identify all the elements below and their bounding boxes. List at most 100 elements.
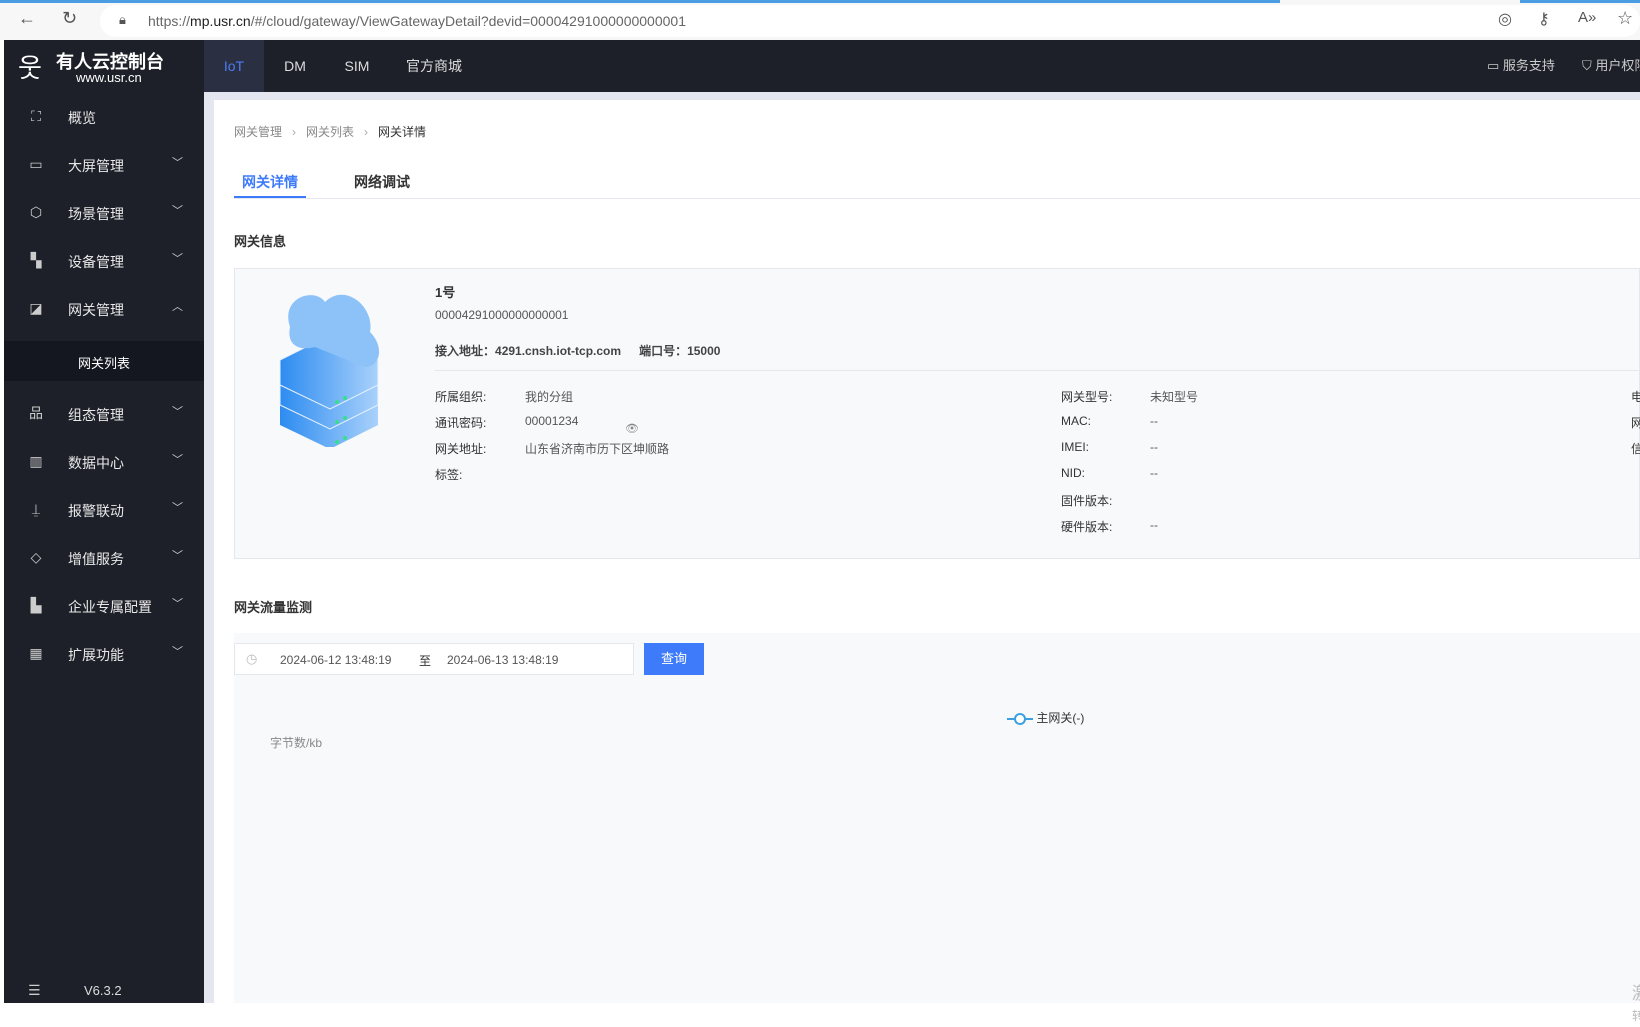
field-label: MAC: xyxy=(1061,414,1091,428)
field-label: 标签: xyxy=(435,468,463,482)
loading-bar xyxy=(0,0,1280,3)
tab-dm[interactable]: DM xyxy=(264,40,326,92)
section-title: 网关信息 xyxy=(234,234,287,249)
field-value: 00001234 xyxy=(525,414,579,428)
breadcrumb-current: 网关详情 xyxy=(378,125,427,139)
sidebar-subitem-gateway-list[interactable]: 网关列表 xyxy=(4,341,204,381)
date-range-picker[interactable]: ◷ 2024-06-12 13:48:19 至 2024-06-13 13:48… xyxy=(234,643,634,675)
user-rights-link[interactable]: ⛉ 用户权限 xyxy=(1582,40,1640,92)
sidebar-item-7[interactable]: ⍊ 报警联动 ﹀ xyxy=(4,485,204,535)
chevron-down-icon: ﹀ xyxy=(172,454,183,466)
chevron-down-icon: ﹀ xyxy=(172,646,183,658)
url-text[interactable]: https://mp.usr.cn/#/cloud/gateway/ViewGa… xyxy=(148,13,686,29)
info-divider xyxy=(435,370,1640,371)
alarm-icon: ⍊ xyxy=(31,501,41,517)
field-label: IMEI: xyxy=(1061,440,1090,454)
chart-icon: ▥ xyxy=(29,453,43,469)
field-label-truncated: 信 xyxy=(1631,442,1640,456)
field-value: -- xyxy=(1150,466,1158,480)
sidebar-item-8[interactable]: ◇ 增值服务 ﹀ xyxy=(4,533,204,583)
tab-store[interactable]: 官方商城 xyxy=(394,40,474,92)
tab-divider xyxy=(234,198,1640,199)
logo-icon: 웃 xyxy=(18,53,42,83)
sidebar-item-3[interactable]: ▚ 设备管理 ﹀ xyxy=(4,236,204,286)
chevron-down-icon: ﹀ xyxy=(172,502,183,514)
chevron-down-icon: ﹀ xyxy=(172,550,183,562)
field-label: 固件版本: xyxy=(1061,494,1113,508)
chart-legend[interactable]: 主网关(-) xyxy=(1007,709,1084,726)
sidebar-item-0[interactable]: ⛶ 概览 xyxy=(4,92,204,142)
access-address: 接入地址：4291.cnsh.iot-tcp.com 端口号：15000 xyxy=(435,344,721,358)
shield-icon: ⛉ xyxy=(1582,58,1596,73)
loading-bar xyxy=(1520,0,1640,3)
field-value: -- xyxy=(1150,440,1158,454)
field-label: 网关地址: xyxy=(435,442,487,456)
tab-sim[interactable]: SIM xyxy=(326,40,388,92)
gateway-name: 1号 xyxy=(435,285,456,300)
key-icon[interactable]: ⚷ xyxy=(1538,9,1550,29)
section-title: 网关流量监测 xyxy=(234,600,313,615)
field-label: 网关型号: xyxy=(1061,390,1113,404)
reload-icon[interactable]: ↻ xyxy=(62,8,77,29)
chevron-down-icon: ﹀ xyxy=(172,253,183,265)
legend-line-icon xyxy=(1007,712,1033,725)
sidebar-item-2[interactable]: ⬡ 场景管理 ﹀ xyxy=(4,188,204,238)
chevron-down-icon: ﹀ xyxy=(172,157,183,169)
breadcrumb-item[interactable]: 网关列表 xyxy=(306,125,354,139)
service-support-link[interactable]: ▭ 服务支持 xyxy=(1487,40,1555,92)
tab-network-debug[interactable]: 网络调试 xyxy=(354,172,410,192)
field-value: -- xyxy=(1150,414,1158,428)
content-panel: 网关管理 › 网关列表 › 网关详情 网关详情 网络调试 网关信息 1号 0000429… xyxy=(214,100,1640,1023)
query-button[interactable]: 查询 xyxy=(644,643,704,675)
topology-icon: 品 xyxy=(29,405,43,421)
favorite-icon[interactable]: ☆ xyxy=(1617,8,1633,29)
back-icon[interactable]: ← xyxy=(18,8,36,29)
diamond-icon: ◇ xyxy=(30,549,42,565)
top-nav: IoT DM SIM 官方商城 ▭ 服务支持 ⛉ 用户权限 xyxy=(204,40,1640,92)
gateway-icon: ◪ xyxy=(29,300,43,316)
sidebar: 웃 有人云控制台 www.usr.cn ⛶ 概览 ▭ 大屏管理 ﹀ ⬡ 场景管理 ﹀ ▚ 设备管理… xyxy=(4,40,204,1003)
device-icon: ▚ xyxy=(30,252,42,268)
sidebar-item-1[interactable]: ▭ 大屏管理 ﹀ xyxy=(4,140,204,190)
field-value: 我的分组 xyxy=(525,390,574,404)
show-password-eye-icon[interactable]: 👁︎ xyxy=(625,422,639,435)
screen-icon: ▭ xyxy=(29,156,43,172)
traffic-chart-area: ◷ 2024-06-12 13:48:19 至 2024-06-13 13:48… xyxy=(234,633,1640,1023)
chevron-up-icon: ︿ xyxy=(172,301,183,313)
enterprise-icon: ▙ xyxy=(30,597,42,613)
gateway-info-card: 1号 00004291000000000001 接入地址：4291.cnsh.i… xyxy=(234,268,1640,559)
field-label: 硬件版本: xyxy=(1061,520,1113,534)
version: V6.3.2 xyxy=(84,983,122,998)
field-value: 未知型号 xyxy=(1150,390,1199,404)
sidebar-item-4[interactable]: ◪ 网关管理 ︿ xyxy=(4,284,204,334)
cloud-server-icon xyxy=(279,294,380,447)
chevron-down-icon: ﹀ xyxy=(172,205,183,217)
read-aloud-icon[interactable]: A» xyxy=(1578,9,1596,26)
field-label: 所属组织: xyxy=(435,390,487,404)
brand-site: www.usr.cn xyxy=(76,70,142,85)
sidebar-item-5[interactable]: 品组态管理 ﹀ xyxy=(4,389,204,439)
end-date[interactable]: 2024-06-13 13:48:19 xyxy=(447,653,558,667)
tab-iot[interactable]: IoT xyxy=(204,40,264,92)
breadcrumb: 网关管理 › 网关列表 › 网关详情 xyxy=(234,125,427,139)
breadcrumb-item[interactable]: 网关管理 xyxy=(234,125,282,139)
chevron-down-icon: ﹀ xyxy=(172,598,183,610)
tab-gateway-detail[interactable]: 网关详情 xyxy=(242,172,298,192)
sidebar-item-6[interactable]: ▥ 数据中心 ﹀ xyxy=(4,437,204,487)
location-icon[interactable]: ◎ xyxy=(1498,9,1512,29)
collapse-menu-icon[interactable]: ☰ xyxy=(28,982,41,999)
overview-icon: ⛶ xyxy=(31,108,41,124)
start-date[interactable]: 2024-06-12 13:48:19 xyxy=(280,653,391,667)
sidebar-item-10[interactable]: ▦ 扩展功能 ﹀ xyxy=(4,629,204,679)
field-value: -- xyxy=(1150,518,1158,532)
field-label: 通讯密码: xyxy=(435,416,487,430)
sidebar-item-9[interactable]: ▙ 企业专属配置 ﹀ xyxy=(4,581,204,631)
field-label: NID: xyxy=(1061,466,1085,480)
range-separator: 至 xyxy=(419,654,432,668)
chevron-down-icon: ﹀ xyxy=(172,406,183,418)
y-axis-label: 字节数/kb xyxy=(270,736,323,750)
lock-icon[interactable]: 🔒︎ xyxy=(119,12,126,28)
cube-icon: ⬡ xyxy=(29,204,43,220)
field-label-truncated: 网 xyxy=(1631,416,1640,430)
gateway-id: 00004291000000000001 xyxy=(435,308,569,322)
